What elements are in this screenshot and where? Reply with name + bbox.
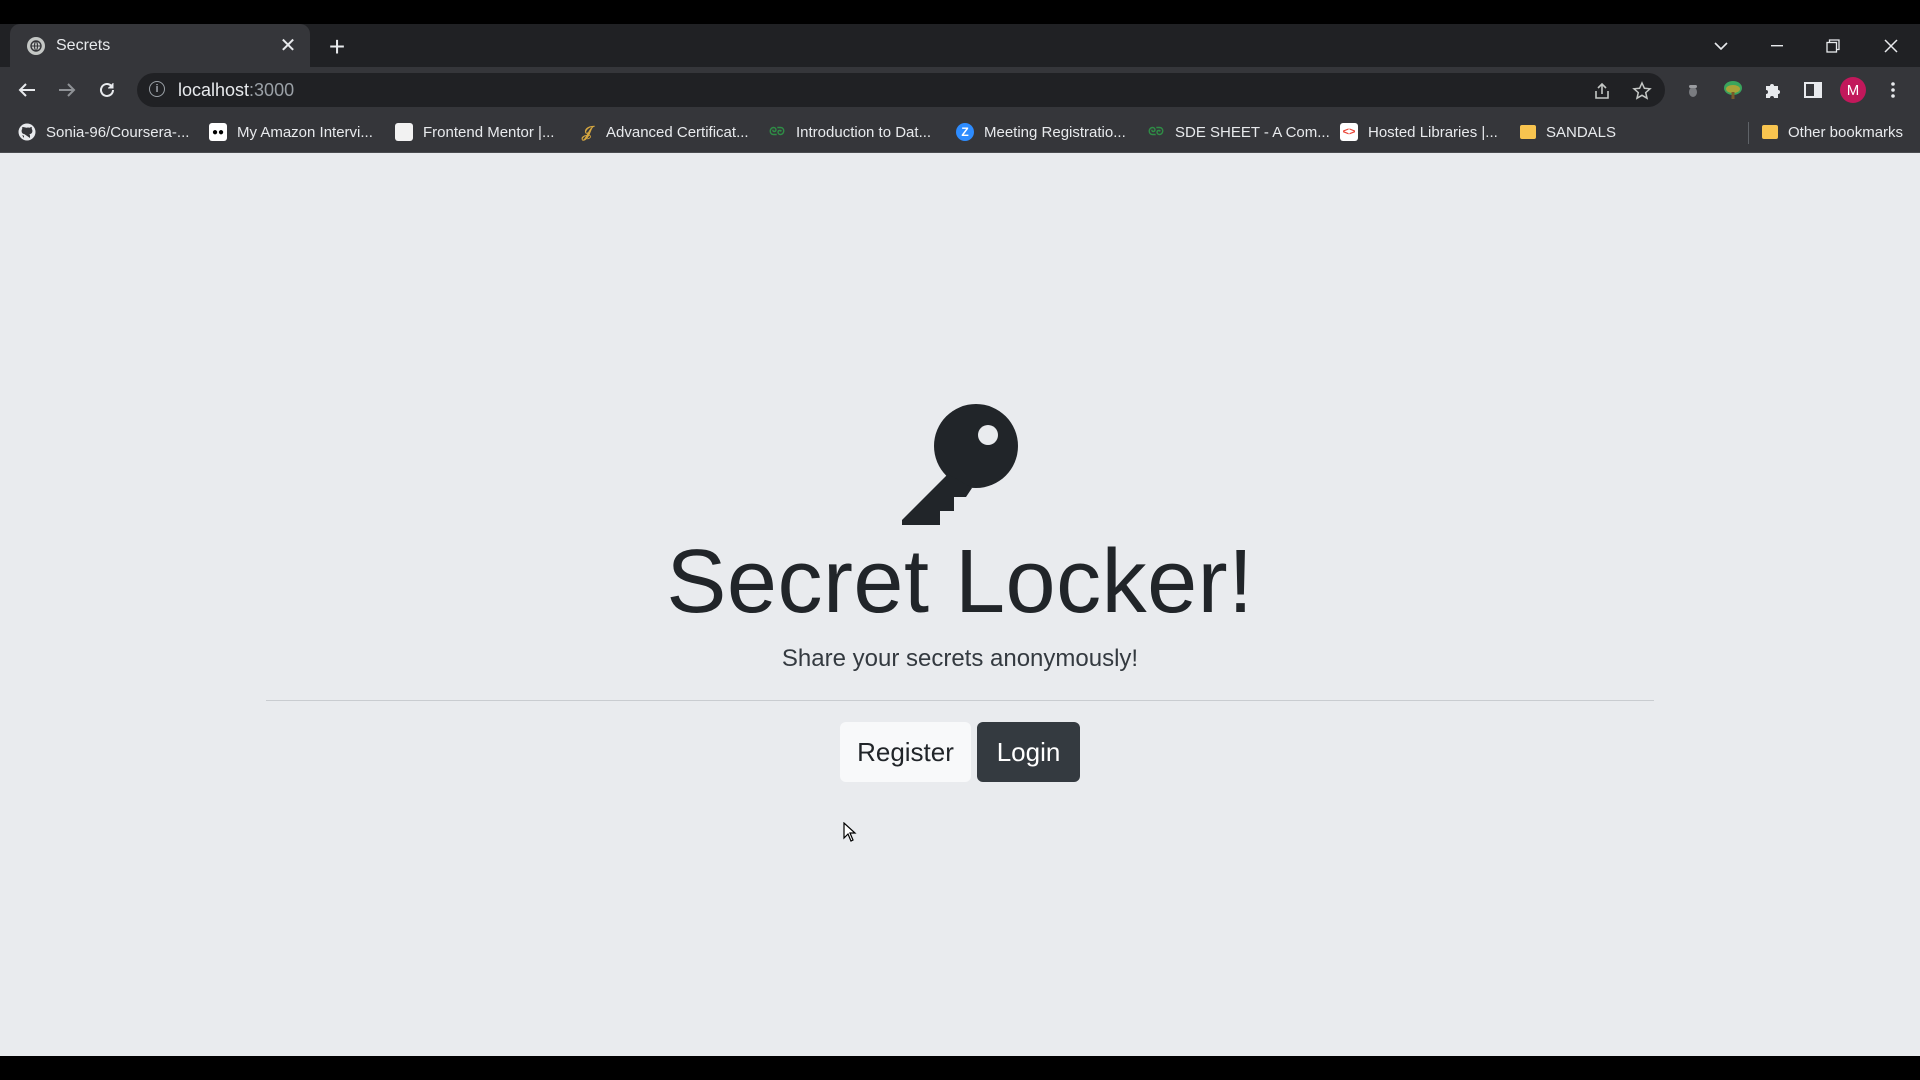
bookmark-item[interactable]: Frontend Mentor |...	[395, 120, 554, 144]
tab-title: Secrets	[56, 36, 111, 54]
google-developers-icon: <>	[1340, 123, 1358, 141]
key-icon	[902, 404, 1018, 525]
bookmark-item[interactable]: ᘓᘒ SDE SHEET - A Com...	[1147, 120, 1330, 144]
browser-toolbar: i localhost:3000 M	[0, 67, 1920, 112]
address-bar[interactable]: i localhost:3000	[137, 73, 1665, 107]
restore-icon[interactable]	[1816, 24, 1850, 67]
bookmark-label: SDE SHEET - A Com...	[1175, 123, 1330, 141]
share-icon[interactable]	[1591, 80, 1613, 102]
extension-acorn-icon[interactable]	[1678, 75, 1708, 105]
reload-icon[interactable]	[92, 75, 122, 105]
bookmark-label: Introduction to Dat...	[796, 123, 932, 141]
close-window-icon[interactable]	[1874, 24, 1908, 67]
bookmark-item[interactable]: <> Hosted Libraries |...	[1340, 120, 1498, 144]
register-button[interactable]: Register	[840, 722, 971, 782]
extension-tree-icon[interactable]	[1718, 75, 1748, 105]
bookmark-label: SANDALS	[1546, 123, 1617, 141]
bookmark-item[interactable]: Sonia-96/Coursera-...	[18, 120, 189, 144]
tab-search-chevron-icon[interactable]	[1706, 24, 1736, 67]
bookmark-item[interactable]: ᘓᘒ Introduction to Dat...	[768, 120, 931, 144]
bookmark-item[interactable]: Z Meeting Registratio...	[956, 120, 1126, 144]
page-title: Secret Locker!	[666, 532, 1254, 632]
new-tab-button[interactable]: +	[322, 31, 352, 62]
side-panel-icon[interactable]	[1798, 75, 1828, 105]
profile-initial: M	[1840, 77, 1866, 103]
bookmark-star-icon[interactable]	[1631, 80, 1653, 102]
bookmark-folder[interactable]: SANDALS	[1520, 120, 1616, 144]
profile-avatar[interactable]: M	[1838, 75, 1868, 105]
certificate-icon: 𝒥	[581, 123, 593, 141]
screen-bottom-bar	[0, 1056, 1920, 1080]
folder-icon	[1520, 125, 1536, 139]
page-tagline: Share your secrets anonymously!	[781, 645, 1139, 672]
medium-icon: ●●	[209, 123, 227, 141]
globe-icon	[27, 36, 45, 55]
forward-arrow-icon[interactable]	[52, 75, 82, 105]
back-arrow-icon[interactable]	[12, 75, 42, 105]
bookmark-item[interactable]: 𝒥 Advanced Certificat...	[578, 120, 749, 144]
kebab-menu-icon[interactable]	[1878, 75, 1908, 105]
github-icon	[18, 123, 36, 141]
frontend-mentor-icon	[395, 123, 413, 141]
zoom-icon: Z	[956, 123, 974, 141]
bookmark-label: Sonia-96/Coursera-...	[46, 123, 190, 141]
other-bookmarks-folder[interactable]: Other bookmarks	[1762, 120, 1903, 144]
bookmark-label: Hosted Libraries |...	[1368, 123, 1498, 141]
tab-secrets[interactable]: Secrets ✕	[10, 24, 310, 67]
mouse-cursor-icon	[843, 822, 857, 842]
tab-close-icon[interactable]: ✕	[276, 34, 300, 58]
bookmark-label: Meeting Registratio...	[984, 123, 1126, 141]
bookmarks-divider	[1748, 122, 1749, 144]
tab-strip: Secrets ✕ +	[0, 24, 1920, 67]
folder-icon	[1762, 125, 1778, 139]
page-viewport: Secret Locker! Share your secrets anonym…	[0, 153, 1920, 1056]
bookmark-label: My Amazon Intervi...	[237, 123, 373, 141]
other-bookmarks-label: Other bookmarks	[1788, 123, 1904, 141]
screen-top-bar	[0, 0, 1920, 24]
bookmark-label: Frontend Mentor |...	[423, 123, 555, 141]
url-text: localhost:3000	[178, 80, 295, 100]
extensions-puzzle-icon[interactable]	[1758, 75, 1788, 105]
minimize-icon[interactable]	[1760, 24, 1794, 67]
geeksforgeeks-icon: ᘓᘒ	[1148, 125, 1164, 138]
bookmark-label: Advanced Certificat...	[606, 123, 749, 141]
bookmark-item[interactable]: ●● My Amazon Intervi...	[209, 120, 373, 144]
geeksforgeeks-icon: ᘓᘒ	[769, 125, 785, 138]
login-button[interactable]: Login	[977, 722, 1080, 782]
divider	[266, 700, 1654, 701]
bookmarks-bar: Sonia-96/Coursera-... ●● My Amazon Inter…	[0, 112, 1920, 153]
site-info-icon[interactable]: i	[149, 81, 165, 97]
